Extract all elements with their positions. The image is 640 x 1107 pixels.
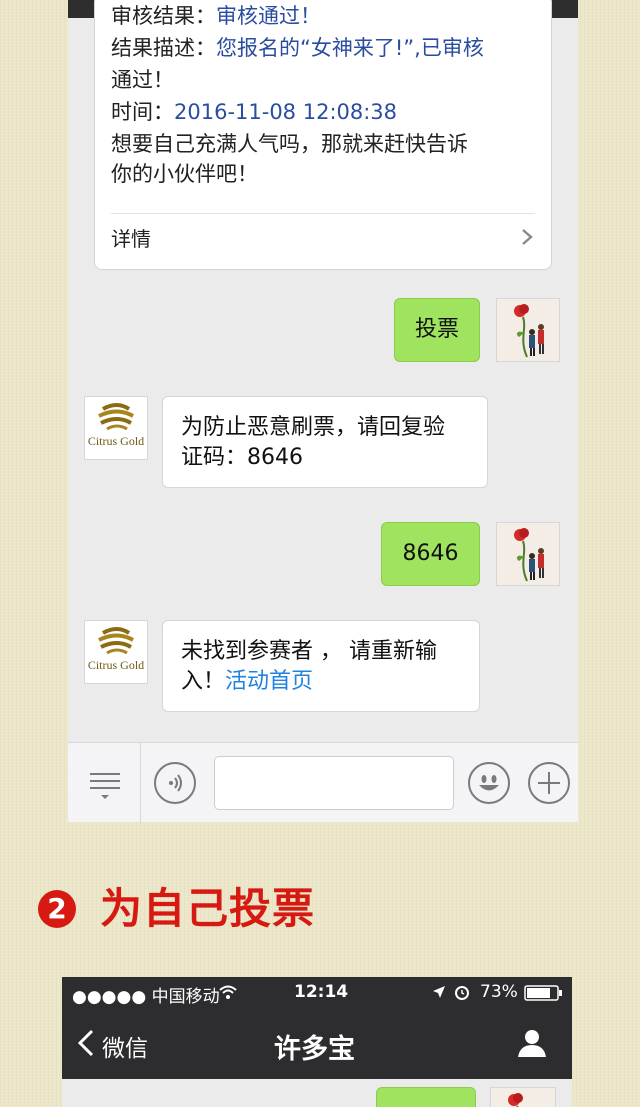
message-line: 证码：8646 [181,445,303,470]
citrus-gold-logo-icon [98,403,134,431]
message-line: 未找到参赛者 ， 请重新输 [181,639,437,664]
chat-input-bar [68,742,578,822]
message-line: 为防止恶意刷票，请回复验 [181,415,446,440]
plus-icon [538,772,560,794]
carrier-label: ●●●●● 中国移动 [72,987,220,1007]
back-chevron-icon[interactable] [76,1029,96,1057]
location-arrow-icon [433,986,445,998]
battery-icon [524,985,562,1001]
account-avatar[interactable]: Citrus Gold [84,396,148,460]
status-bar: ●●●●● 中国移动 12:14 73% [62,977,572,1009]
user-message-bubble[interactable]: 8646 [381,522,480,586]
message-line: 入！活动首页 [181,667,461,697]
account-avatar[interactable]: Citrus Gold [84,620,148,684]
profile-icon[interactable] [516,1027,548,1059]
step-title: 为自己投票 [100,884,316,933]
wifi-icon [219,985,237,999]
citrus-gold-label: Citrus Gold [87,658,145,672]
card-line-promo-cont: 你的小伙伴吧！ [111,162,258,186]
chat-screen-bottom: ●●●●● 中国移动 12:14 73% 微信 许多宝 [62,977,572,1107]
nav-bar: 微信 许多宝 [62,1009,572,1079]
more-button[interactable] [528,762,570,804]
card-line-time: 时间：2016-11-08 12:08:38 [111,100,398,124]
page-title: 许多宝 [274,1034,355,1065]
user-message-bubble[interactable]: 投票 [394,298,480,362]
user-message-bubble[interactable] [376,1087,476,1107]
step-number-badge: 2 [38,890,76,928]
card-line-description-cont: 通过！ [111,68,174,92]
citrus-gold-logo-icon [98,627,134,655]
card-divider [111,213,535,214]
user-avatar[interactable] [496,522,560,586]
card-line-result: 审核结果：审核通过！ [111,4,321,28]
card-line-description: 结果描述：您报名的“女神来了!”,已审核 [111,36,484,60]
rose-couple-icon [514,304,544,358]
account-message-bubble[interactable]: 未找到参赛者 ， 请重新输 入！活动首页 [162,620,480,712]
chevron-right-icon [522,229,533,245]
emoji-button[interactable] [468,762,510,804]
message-text: 入！ [181,669,226,694]
rose-couple-icon [514,528,544,582]
alarm-clock-icon [455,986,469,1000]
back-button[interactable]: 微信 [102,1029,148,1063]
account-message-bubble[interactable]: 为防止恶意刷票，请回复验 证码：8646 [162,396,488,488]
citrus-gold-label: Citrus Gold [87,434,145,448]
input-bar-divider [140,743,141,822]
user-avatar[interactable] [490,1087,556,1107]
clock-label: 12:14 [294,982,349,1002]
battery-percent: 73% [480,982,518,1002]
message-text: 8646 [402,541,459,566]
voice-icon [169,774,182,792]
menu-list-icon[interactable] [88,769,122,803]
message-text: 投票 [414,317,459,342]
message-input[interactable] [214,756,454,810]
smiley-icon [479,775,499,791]
chat-screen-top: 审核结果：审核通过！ 结果描述：您报名的“女神来了!”,已审核 通过！ 时间：2… [68,0,578,822]
rose-icon [508,1093,523,1107]
review-result-card[interactable]: 审核结果：审核通过！ 结果描述：您报名的“女神来了!”,已审核 通过！ 时间：2… [94,0,552,270]
user-avatar[interactable] [496,298,560,362]
activity-home-link[interactable]: 活动首页 [225,669,313,694]
card-detail-link[interactable]: 详情 [111,223,151,252]
card-line-promo: 想要自己充满人气吗，那就来赶快告诉 [111,132,468,156]
voice-button[interactable] [154,762,196,804]
